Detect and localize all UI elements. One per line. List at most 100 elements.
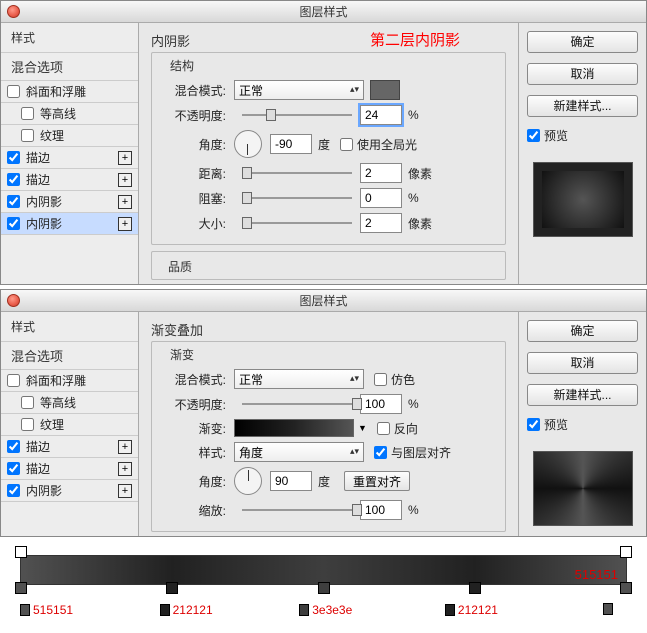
- gradient-stop-labels: 515151 212121 3e3e3e 212121: [20, 603, 627, 621]
- plus-icon[interactable]: +: [118, 217, 132, 231]
- color-stop[interactable]: [15, 582, 27, 594]
- angle-dial[interactable]: [234, 130, 262, 158]
- color-stop[interactable]: [469, 582, 481, 594]
- sidebar-styles-header[interactable]: 样式: [1, 312, 138, 342]
- slider-thumb[interactable]: [242, 167, 252, 179]
- blend-mode-select[interactable]: 正常▴▾: [234, 80, 364, 100]
- dither-checkbox[interactable]: 仿色: [374, 371, 415, 388]
- ok-button[interactable]: 确定: [527, 31, 638, 53]
- choke-input[interactable]: [360, 188, 402, 208]
- sidebar-styles-header[interactable]: 样式: [1, 23, 138, 53]
- align-with-layer-checkbox[interactable]: 与图层对齐: [374, 444, 451, 461]
- sidebar-blend-options[interactable]: 混合选项: [1, 53, 138, 81]
- new-style-button[interactable]: 新建样式...: [527, 384, 638, 406]
- chevron-updown-icon: ▴▾: [350, 446, 359, 457]
- opacity-stop[interactable]: [15, 546, 27, 558]
- checkbox[interactable]: [7, 173, 20, 186]
- preview-checkbox[interactable]: 预览: [527, 127, 638, 144]
- slider-thumb[interactable]: [352, 398, 362, 410]
- scale-input[interactable]: [360, 500, 402, 520]
- color-stop[interactable]: [318, 582, 330, 594]
- distance-unit: 像素: [408, 165, 432, 182]
- color-stop[interactable]: [620, 582, 632, 594]
- checkbox[interactable]: [21, 107, 34, 120]
- scale-slider[interactable]: [242, 509, 352, 511]
- slider-thumb[interactable]: [352, 504, 362, 516]
- new-style-button[interactable]: 新建样式...: [527, 95, 638, 117]
- gradient-preview[interactable]: [234, 419, 354, 437]
- color-stop[interactable]: [166, 582, 178, 594]
- preview-checkbox[interactable]: 预览: [527, 416, 638, 433]
- close-icon[interactable]: [7, 294, 20, 307]
- checkbox[interactable]: [7, 151, 20, 164]
- layer-style-dialog-inner-shadow: 图层样式 样式 混合选项 斜面和浮雕 等高线 纹理 描边+ 描边+ 内阴影+ 内…: [0, 0, 647, 285]
- slider-thumb[interactable]: [242, 217, 252, 229]
- style-item-inner-shadow-1[interactable]: 内阴影+: [1, 191, 138, 213]
- opacity-stop[interactable]: [620, 546, 632, 558]
- style-item-contour[interactable]: 等高线: [1, 392, 138, 414]
- choke-slider[interactable]: [242, 197, 352, 199]
- size-slider[interactable]: [242, 222, 352, 224]
- opacity-slider[interactable]: [242, 403, 352, 405]
- sidebar-blend-options[interactable]: 混合选项: [1, 342, 138, 370]
- plus-icon[interactable]: +: [118, 173, 132, 187]
- quality-group: 品质: [151, 251, 506, 280]
- checkbox[interactable]: [7, 85, 20, 98]
- gradient-group: 渐变 混合模式: 正常▴▾ 仿色 不透明度: % 渐变: ▼ 反向: [151, 341, 506, 532]
- style-item-contour[interactable]: 等高线: [1, 103, 138, 125]
- stop-label: 515151: [20, 603, 73, 617]
- plus-icon[interactable]: +: [118, 462, 132, 476]
- cancel-button[interactable]: 取消: [527, 63, 638, 85]
- angle-dial[interactable]: [234, 467, 262, 495]
- style-item-stroke-2[interactable]: 描边+: [1, 169, 138, 191]
- angle-input[interactable]: [270, 471, 312, 491]
- structure-label: 结构: [170, 57, 495, 74]
- shadow-color-swatch[interactable]: [370, 80, 400, 100]
- reverse-checkbox[interactable]: 反向: [377, 420, 418, 437]
- slider-thumb[interactable]: [242, 192, 252, 204]
- size-input[interactable]: [360, 213, 402, 233]
- preview-swatch: [533, 162, 633, 237]
- plus-icon[interactable]: +: [118, 195, 132, 209]
- dialog-titlebar[interactable]: 图层样式: [1, 290, 646, 312]
- structure-group: 结构 混合模式: 正常▴▾ 不透明度: % 角度: 度 使用: [151, 52, 506, 245]
- checkbox[interactable]: [21, 129, 34, 142]
- inner-shadow-settings: 第二层内阴影 内阴影 结构 混合模式: 正常▴▾ 不透明度: % 角度:: [139, 23, 518, 284]
- style-item-texture[interactable]: 纹理: [1, 125, 138, 147]
- style-item-bevel[interactable]: 斜面和浮雕: [1, 370, 138, 392]
- style-item-stroke-1[interactable]: 描边+: [1, 147, 138, 169]
- angle-input[interactable]: [270, 134, 312, 154]
- dialog-titlebar[interactable]: 图层样式: [1, 1, 646, 23]
- opacity-slider[interactable]: [242, 114, 352, 116]
- plus-icon[interactable]: +: [118, 440, 132, 454]
- dialog-right-column: 确定 取消 新建样式... 预览: [518, 312, 646, 536]
- blend-mode-label: 混合模式:: [162, 371, 226, 388]
- checkbox[interactable]: [7, 217, 20, 230]
- slider-thumb[interactable]: [266, 109, 276, 121]
- close-icon[interactable]: [7, 5, 20, 18]
- style-item-texture[interactable]: 纹理: [1, 414, 138, 436]
- annotation-text: 第二层内阴影: [370, 29, 460, 50]
- style-item-bevel[interactable]: 斜面和浮雕: [1, 81, 138, 103]
- reset-alignment-button[interactable]: 重置对齐: [344, 471, 410, 491]
- opacity-input[interactable]: [360, 105, 402, 125]
- distance-slider[interactable]: [242, 172, 352, 174]
- opacity-input[interactable]: [360, 394, 402, 414]
- ok-button[interactable]: 确定: [527, 320, 638, 342]
- blend-mode-select[interactable]: 正常▴▾: [234, 369, 364, 389]
- style-select[interactable]: 角度▴▾: [234, 442, 364, 462]
- gradient-bar[interactable]: 515151: [20, 555, 627, 585]
- style-item-stroke-1[interactable]: 描边+: [1, 436, 138, 458]
- cancel-button[interactable]: 取消: [527, 352, 638, 374]
- distance-input[interactable]: [360, 163, 402, 183]
- global-light-checkbox[interactable]: 使用全局光: [340, 136, 417, 153]
- stop-label: 212121: [445, 603, 498, 617]
- style-item-inner-shadow-2[interactable]: 内阴影+: [1, 213, 138, 235]
- plus-icon[interactable]: +: [118, 484, 132, 498]
- style-item-inner-shadow-1[interactable]: 内阴影+: [1, 480, 138, 502]
- choke-unit: %: [408, 191, 419, 205]
- opacity-label: 不透明度:: [162, 107, 226, 124]
- style-item-stroke-2[interactable]: 描边+: [1, 458, 138, 480]
- plus-icon[interactable]: +: [118, 151, 132, 165]
- checkbox[interactable]: [7, 195, 20, 208]
